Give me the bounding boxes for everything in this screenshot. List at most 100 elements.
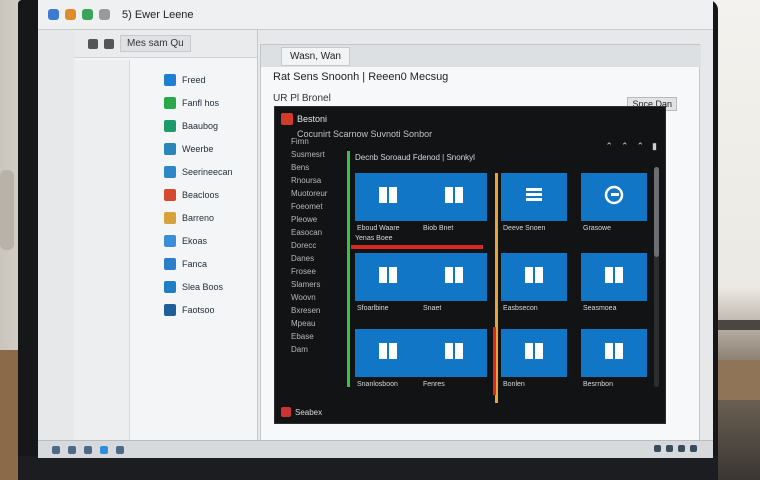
book-icon <box>442 340 466 367</box>
sidebar-item[interactable]: Weerbe <box>74 137 257 160</box>
sidebar-item[interactable]: Fanca <box>74 252 257 275</box>
app-tile-label: Seasmoea <box>583 305 617 312</box>
main-window-subtitle: UR Pl Bronel <box>273 93 331 104</box>
app-tile[interactable] <box>581 173 647 221</box>
menu-item[interactable]: Woovn <box>291 293 351 306</box>
forward-icon[interactable] <box>104 38 114 49</box>
dark-app-window-buttons: ⌃ ⌃ ⌃ ▮ <box>605 141 657 152</box>
sidebar-tab[interactable]: Mes sam Qu <box>120 35 191 52</box>
sidebar-item[interactable]: Slea Boos <box>74 275 257 298</box>
start-icon[interactable] <box>52 445 60 454</box>
sidebar-item-label: Fanfl hos <box>182 97 220 108</box>
list-icon <box>522 184 546 211</box>
book-icon <box>522 264 546 291</box>
main-tab[interactable]: Wasn, Wan <box>281 47 350 66</box>
app-tile-label: Easbsecon <box>503 305 538 312</box>
window-button[interactable]: ⌃ <box>621 141 629 152</box>
sidebar-item[interactable]: Seerineecan <box>74 160 257 183</box>
wifi-icon[interactable] <box>654 445 661 452</box>
green-divider <box>347 151 350 387</box>
app-icon[interactable] <box>48 9 59 20</box>
app-tile-label: Sfoarlbine <box>357 305 389 312</box>
menu-item[interactable]: Fimn <box>291 137 351 150</box>
scrollbar-thumb[interactable] <box>654 167 659 257</box>
app-tile-label: Deeve Snoen <box>503 225 546 232</box>
menu-item[interactable]: Muotoreur <box>291 189 351 202</box>
app-tile-label: Eboud Waare <box>357 225 400 232</box>
menu-item[interactable]: Bens <box>291 163 351 176</box>
section-title: Decnb Soroaud Fdenod | Snonkyl <box>355 153 475 162</box>
folder-icon[interactable] <box>65 9 76 20</box>
window-button[interactable]: ⌃ <box>637 141 645 152</box>
app-logo-icon <box>281 113 293 125</box>
sidebar-item[interactable]: Ekoas <box>74 229 257 252</box>
menu-item[interactable]: Rnoursa <box>291 176 351 189</box>
book-icon <box>442 184 466 211</box>
menu-item[interactable]: Foeomet <box>291 202 351 215</box>
menu-item[interactable]: Slamers <box>291 280 351 293</box>
footer-label[interactable]: Seabex <box>295 408 322 417</box>
dark-app-window: Bestoni Cocunirt Scarnow Suvnoti Sonbor … <box>274 106 666 424</box>
menu-item[interactable]: Easocan <box>291 228 351 241</box>
app-tile-label: Biob Bnet <box>423 225 454 232</box>
volume-icon[interactable] <box>666 445 673 452</box>
book-icon <box>376 340 400 367</box>
clock-icon[interactable] <box>690 445 697 452</box>
menu-item[interactable]: Dorecc <box>291 241 351 254</box>
browser-icon[interactable] <box>100 445 108 454</box>
sidebar-item[interactable]: Baaubog <box>74 114 257 137</box>
book-icon <box>602 264 626 291</box>
taskview-icon[interactable] <box>84 445 92 454</box>
app-tile[interactable] <box>355 329 421 377</box>
search-icon[interactable] <box>68 445 76 454</box>
screen: 5) Ewer Leene Mes sam Qu Freed Fanfl hos B… <box>38 0 713 458</box>
settings-icon[interactable] <box>99 9 110 20</box>
back-icon[interactable] <box>88 38 98 49</box>
sidebar-item[interactable]: Freed <box>74 68 257 91</box>
red-highlight-bar <box>351 245 483 249</box>
menu-item[interactable]: Frosee <box>291 267 351 280</box>
menu-item[interactable]: Danes <box>291 254 351 267</box>
app-tile[interactable] <box>421 173 487 221</box>
book-icon <box>602 340 626 367</box>
app-tile[interactable] <box>501 253 567 301</box>
app-tile[interactable] <box>421 329 487 377</box>
app-tile[interactable] <box>355 253 421 301</box>
chat-icon[interactable] <box>82 9 93 20</box>
sidebar-item-label: Barreno <box>182 212 215 223</box>
sidebar-item-label: Baaubog <box>182 120 219 131</box>
sidebar-item-label: Ekoas <box>182 235 208 246</box>
system-bar: 5) Ewer Leene <box>38 0 713 30</box>
app-tile[interactable] <box>355 173 421 221</box>
dark-app-footer: Seabex <box>281 407 322 417</box>
menu-item[interactable]: Dam <box>291 345 351 358</box>
sidebar-item-icon <box>164 119 176 132</box>
menu-item[interactable]: Mpeau <box>291 319 351 332</box>
red-divider <box>493 327 496 395</box>
menu-item[interactable]: Ebase <box>291 332 351 345</box>
sidebar-item[interactable]: Barreno <box>74 206 257 229</box>
sidebar-header: Mes sam Qu <box>74 30 257 58</box>
background-desk <box>0 350 18 480</box>
sidebar-item-icon <box>164 96 176 109</box>
monitor-bezel <box>18 456 718 480</box>
book-icon <box>522 340 546 367</box>
app-tile[interactable] <box>501 173 567 221</box>
app-tile[interactable] <box>581 253 647 301</box>
sidebar-item-label: Beacloos <box>182 189 220 200</box>
menu-item[interactable]: Pleowe <box>291 215 351 228</box>
sidebar-item[interactable]: Beacloos <box>74 183 257 206</box>
book-icon <box>442 264 466 291</box>
sidebar-item[interactable]: Faotsoo <box>74 298 257 321</box>
app-tile[interactable] <box>501 329 567 377</box>
menu-item[interactable]: Susmesrt <box>291 150 351 163</box>
menu-item[interactable]: Bxresen <box>291 306 351 319</box>
sidebar-item[interactable]: Fanfl hos <box>74 91 257 114</box>
app-tile[interactable] <box>581 329 647 377</box>
edge-icon <box>602 184 626 211</box>
battery-icon[interactable] <box>678 445 685 452</box>
window-button[interactable]: ⌃ <box>605 141 613 152</box>
window-button[interactable]: ▮ <box>652 141 657 152</box>
app-tile[interactable] <box>421 253 487 301</box>
files-icon[interactable] <box>116 445 124 454</box>
